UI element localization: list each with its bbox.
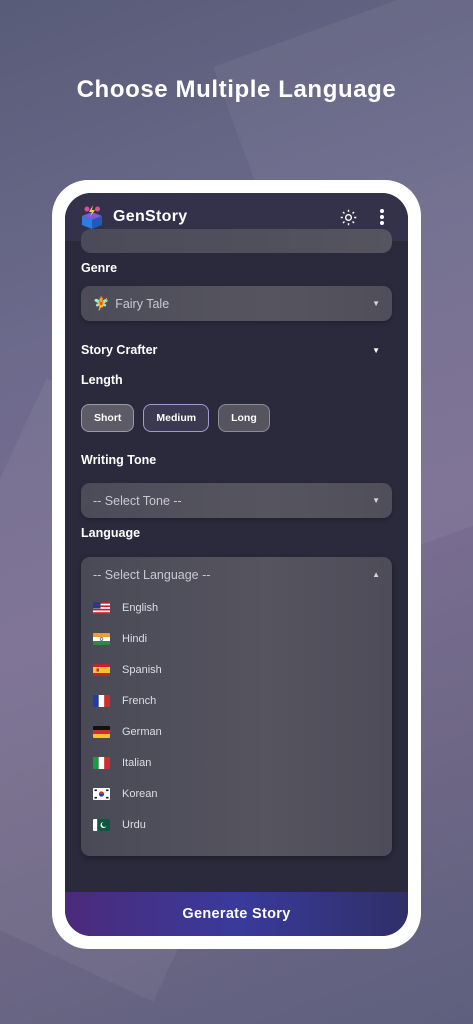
language-name: English <box>122 601 159 614</box>
language-name: Spanish <box>122 663 162 676</box>
language-name: Italian <box>122 756 152 769</box>
tone-placeholder: -- Select Tone -- <box>93 493 182 508</box>
korea-flag-icon <box>93 787 110 800</box>
length-options: Short Medium Long <box>81 404 270 432</box>
theme-toggle-button[interactable] <box>338 207 358 227</box>
india-flag-icon <box>93 632 110 645</box>
language-name: Urdu <box>122 818 146 831</box>
language-name: French <box>122 694 157 707</box>
chevron-down-icon: ▼ <box>372 299 380 308</box>
italy-flag-icon <box>93 756 110 769</box>
genre-select[interactable]: 🧚 Fairy Tale ▼ <box>81 286 392 321</box>
language-option-spanish[interactable]: Spanish <box>93 654 380 685</box>
form-content: Genre 🧚 Fairy Tale ▼ Story Crafter ▼ Len… <box>81 229 392 878</box>
length-medium-chip[interactable]: Medium <box>143 404 210 432</box>
language-name: Korean <box>122 787 158 800</box>
chevron-up-icon: ▲ <box>372 570 380 579</box>
spain-flag-icon <box>93 663 110 676</box>
language-dropdown: -- Select Language -- ▲ English Hindi Sp… <box>81 557 392 856</box>
more-options-button[interactable] <box>372 207 392 227</box>
language-label: Language <box>81 526 141 540</box>
us-flag-icon <box>93 601 110 614</box>
pakistan-flag-icon <box>93 818 110 831</box>
language-option-french[interactable]: French <box>93 685 380 716</box>
kebab-menu-icon <box>380 209 384 225</box>
writing-tone-label: Writing Tone <box>81 453 157 467</box>
chevron-down-icon: ▼ <box>372 496 380 505</box>
genre-value: Fairy Tale <box>115 296 170 311</box>
fairy-icon: 🧚 <box>93 295 110 311</box>
language-name: German <box>122 725 162 738</box>
promo-headline: Choose Multiple Language <box>76 76 397 103</box>
language-option-hindi[interactable]: Hindi <box>93 623 380 654</box>
chevron-down-icon: ▼ <box>372 345 380 355</box>
generate-story-button[interactable]: Generate Story <box>65 892 408 936</box>
germany-flag-icon <box>93 725 110 738</box>
sun-icon <box>340 209 356 225</box>
language-option-urdu[interactable]: Urdu <box>93 809 380 840</box>
story-crafter-label: Story Crafter <box>81 343 158 357</box>
scrolled-field[interactable] <box>81 229 392 253</box>
phone-frame: GenStory Genre 🧚 Fairy Tale ▼ Story Craf… <box>52 180 421 949</box>
france-flag-icon <box>93 694 110 707</box>
language-option-italian[interactable]: Italian <box>93 747 380 778</box>
language-option-english[interactable]: English <box>93 592 380 623</box>
tone-select[interactable]: -- Select Tone -- ▼ <box>81 483 392 518</box>
length-label: Length <box>81 373 123 387</box>
language-placeholder: -- Select Language -- <box>93 567 211 582</box>
language-option-korean[interactable]: Korean <box>93 778 380 809</box>
language-name: Hindi <box>122 632 148 645</box>
app-screen: GenStory Genre 🧚 Fairy Tale ▼ Story Craf… <box>65 193 408 936</box>
app-logo-icon <box>81 205 103 229</box>
app-title: GenStory <box>113 208 188 225</box>
genre-label: Genre <box>81 261 118 275</box>
language-option-german[interactable]: German <box>93 716 380 747</box>
length-short-chip[interactable]: Short <box>81 404 135 432</box>
length-long-chip[interactable]: Long <box>218 404 270 432</box>
language-select[interactable]: -- Select Language -- ▲ <box>81 557 392 592</box>
language-list: English Hindi Spanish French German Ital… <box>81 592 392 840</box>
story-crafter-toggle[interactable]: Story Crafter ▼ <box>81 341 392 359</box>
